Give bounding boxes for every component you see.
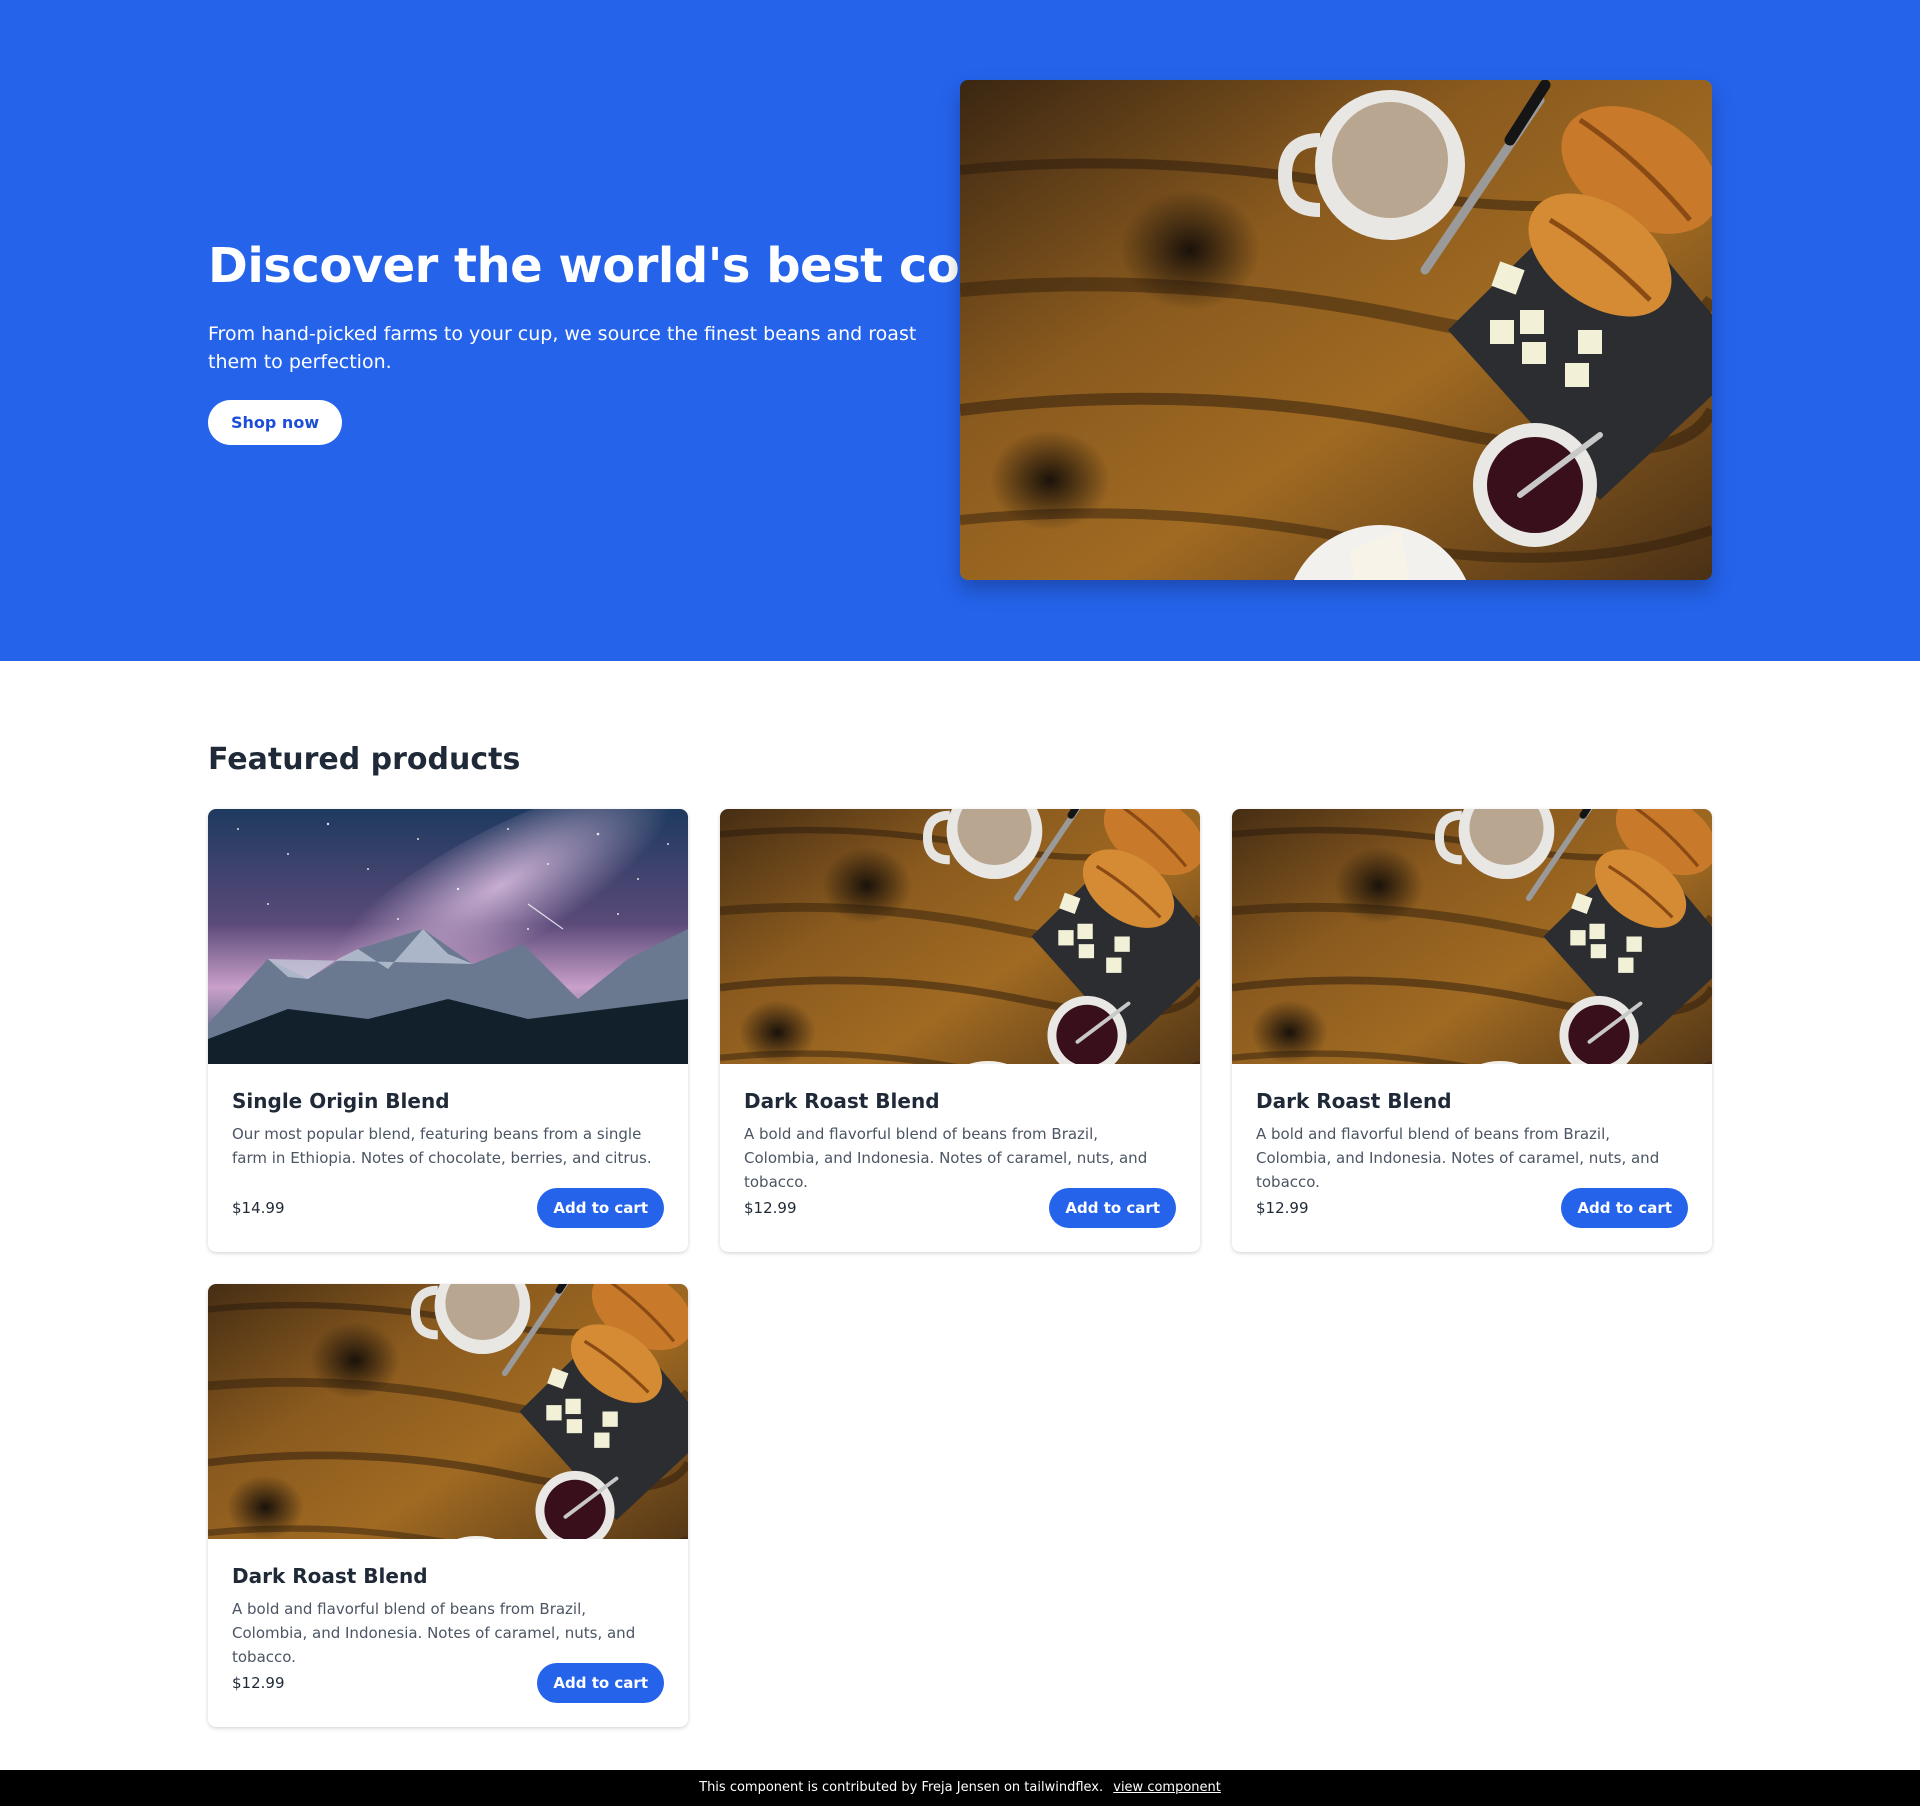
mountain-night-sky-image [208,809,688,1064]
product-card: Dark Roast Blend A bold and flavorful bl… [1232,809,1712,1252]
product-price: $14.99 [232,1199,285,1217]
product-image [1232,809,1712,1064]
product-image [720,809,1200,1064]
hero-image [960,80,1712,580]
attribution-footer: This component is contributed by Freja J… [0,1770,1920,1806]
attribution-text: This component is contributed by Freja J… [699,1780,1104,1795]
hero-section: Discover the world's best coffee From ha… [0,0,1920,661]
coffee-breakfast-image [960,80,1712,580]
add-to-cart-button[interactable]: Add to cart [1561,1188,1688,1228]
product-description: A bold and flavorful blend of beans from… [232,1600,636,1666]
add-to-cart-button[interactable]: Add to cart [1049,1188,1176,1228]
product-image [208,1284,688,1539]
hero-title: Discover the world's best coffee [208,238,1065,294]
product-price: $12.99 [744,1199,797,1217]
product-card: Dark Roast Blend A bold and flavorful bl… [208,1284,688,1727]
add-to-cart-button[interactable]: Add to cart [537,1188,664,1228]
product-description: A bold and flavorful blend of beans from… [744,1125,1148,1191]
product-card: Single Origin Blend Our most popular ble… [208,809,688,1252]
product-card: Dark Roast Blend A bold and flavorful bl… [720,809,1200,1252]
product-price: $12.99 [1256,1199,1309,1217]
product-image [208,809,688,1064]
add-to-cart-button[interactable]: Add to cart [537,1663,664,1703]
product-description: A bold and flavorful blend of beans from… [1256,1125,1660,1191]
hero-subtitle: From hand-picked farms to your cup, we s… [208,323,917,373]
product-name: Dark Roast Blend [744,1089,940,1113]
product-price: $12.99 [232,1674,285,1692]
product-description: Our most popular blend, featuring beans … [232,1125,652,1167]
product-name: Single Origin Blend [232,1089,450,1113]
coffee-breakfast-image [1232,809,1712,1064]
featured-products-title: Featured products [208,742,521,777]
coffee-breakfast-image [208,1284,688,1539]
product-name: Dark Roast Blend [1256,1089,1452,1113]
product-name: Dark Roast Blend [232,1564,428,1588]
shop-now-button[interactable]: Shop now [208,400,343,445]
coffee-breakfast-image [720,809,1200,1064]
hero-text: Discover the world's best coffee From ha… [208,236,1065,445]
view-component-link[interactable]: view component [1113,1780,1221,1795]
